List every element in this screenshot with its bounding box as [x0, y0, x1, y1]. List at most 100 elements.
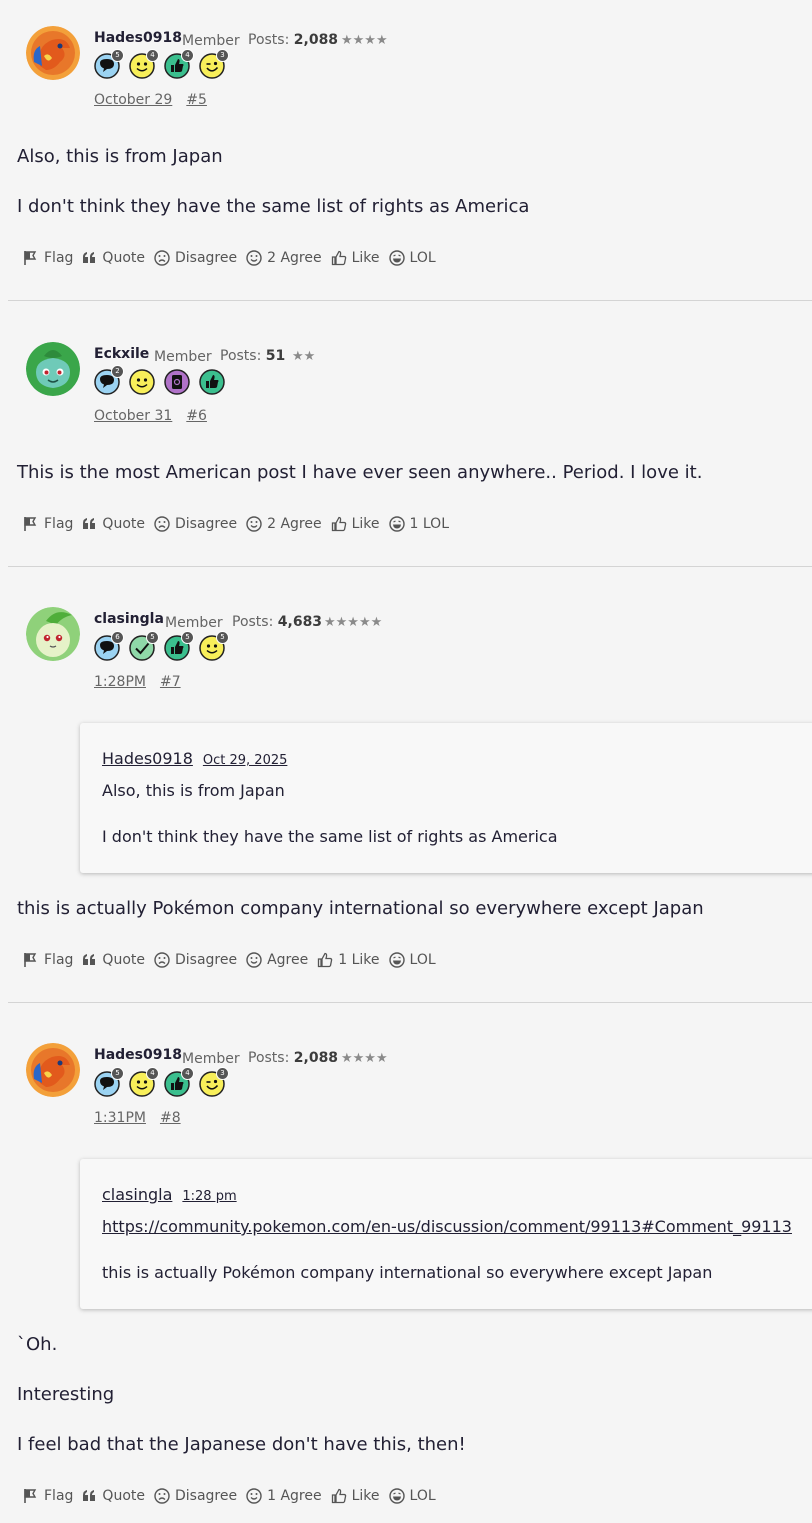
agree-button[interactable]: 1 Agree [246, 1488, 322, 1504]
username[interactable]: clasingla [94, 611, 164, 627]
charizard-avatar-icon[interactable] [26, 26, 80, 80]
post: Hades0918 Member Posts: 2,088 ★★★★ 5 4 4… [8, 1003, 812, 1523]
agree-button[interactable]: Agree [246, 952, 308, 968]
thumbs-up-badge-icon[interactable]: 4 [164, 1067, 194, 1097]
quote-icon [83, 252, 96, 263]
frown-icon [154, 1487, 170, 1504]
post-date-link[interactable]: October 29 [94, 92, 172, 108]
smile-badge-icon[interactable]: 5 [199, 631, 229, 661]
quote-button[interactable]: Quote [82, 250, 145, 266]
smile-icon [246, 515, 262, 532]
like-label: 1 Like [338, 951, 380, 968]
flag-button[interactable]: Flag [22, 1487, 73, 1504]
post-date-link[interactable]: October 31 [94, 408, 172, 424]
disagree-button[interactable]: Disagree [154, 516, 237, 532]
quote-comment-link[interactable]: https://community.pokemon.com/en-us/disc… [102, 1217, 792, 1236]
username[interactable]: Eckxile [94, 346, 149, 362]
quote-label: Quote [102, 951, 145, 968]
username[interactable]: Hades0918 [94, 1047, 182, 1063]
flag-icon [24, 953, 37, 967]
disagree-label: Disagree [174, 1487, 238, 1504]
post-paragraph: `Oh. [17, 1334, 58, 1355]
wink-badge-icon[interactable]: 3 [199, 49, 229, 79]
post-date-link[interactable]: 1:28PM [94, 674, 146, 690]
flag-button[interactable]: Flag [22, 249, 73, 266]
comment-badge-icon[interactable]: 6 [94, 631, 124, 661]
disagree-label: Disagree [174, 249, 238, 266]
reaction-bar: Flag Quote Disagree 2 Agree Like LOL [22, 249, 445, 266]
agree-button[interactable]: 2 Agree [246, 250, 322, 266]
smile-badge-icon[interactable]: 4 [129, 49, 159, 79]
like-button[interactable]: Like [331, 250, 380, 266]
thumbs-up-icon [331, 516, 346, 531]
post-paragraph: I don't think they have the same list of… [17, 196, 530, 217]
flag-button[interactable]: Flag [22, 515, 73, 532]
post-number-link[interactable]: #8 [160, 1110, 181, 1126]
quote-label: Quote [102, 515, 145, 532]
quote-button[interactable]: Quote [82, 952, 145, 968]
like-button[interactable]: Like [331, 1488, 380, 1504]
post-count: Posts: 51 [220, 348, 286, 364]
post-count: Posts: 2,088 [248, 1050, 339, 1066]
quote-button[interactable]: Quote [82, 516, 145, 532]
disagree-button[interactable]: Disagree [154, 952, 237, 968]
lol-button[interactable]: LOL [388, 249, 436, 266]
quote-button[interactable]: Quote [82, 1488, 145, 1504]
like-button[interactable]: Like [331, 516, 380, 532]
post-number-link[interactable]: #6 [186, 408, 207, 424]
lol-button[interactable]: LOL [388, 1487, 436, 1504]
post-number-link[interactable]: #7 [160, 674, 181, 690]
quote-label: Quote [102, 1487, 145, 1504]
quote-line: I don't think they have the same list of… [102, 827, 558, 846]
frown-icon [154, 249, 170, 266]
post-paragraph: Also, this is from Japan [17, 146, 223, 167]
quote-author-link[interactable]: Hades0918 [102, 749, 193, 768]
smile-badge-icon[interactable]: 4 [129, 1067, 159, 1097]
agree-button[interactable]: 2 Agree [246, 516, 322, 532]
laugh-icon [388, 1487, 405, 1504]
badge-row: 6 5 5 5 [94, 631, 229, 661]
quote-date-link[interactable]: Oct 29, 2025 [203, 753, 288, 768]
quote-date-link[interactable]: 1:28 pm [182, 1189, 236, 1204]
username[interactable]: Hades0918 [94, 30, 182, 46]
post-date-link[interactable]: 1:31PM [94, 1110, 146, 1126]
lol-button[interactable]: 1 LOL [388, 516, 449, 532]
post-count: Posts: 4,683 [232, 614, 323, 630]
lol-button[interactable]: LOL [388, 951, 436, 968]
charizard-avatar-icon[interactable] [26, 1043, 80, 1097]
disagree-button[interactable]: Disagree [154, 250, 237, 266]
badge-row: 5 4 4 3 [94, 49, 229, 79]
mention-badge-icon[interactable] [164, 369, 190, 395]
quote-line: Also, this is from Japan [102, 781, 285, 800]
disagree-button[interactable]: Disagree [154, 1488, 237, 1504]
thumbs-up-badge-icon[interactable] [199, 369, 225, 395]
quote-author-link[interactable]: clasingla [102, 1185, 172, 1204]
user-rank: Member [165, 615, 223, 631]
rank-stars: ★★★★ [341, 1051, 388, 1066]
agree-label: 2 Agree [267, 515, 322, 532]
comment-badge-icon[interactable]: 5 [94, 49, 124, 79]
smile-badge-icon[interactable] [129, 369, 155, 395]
badge-count: 4 [181, 49, 194, 62]
wink-badge-icon[interactable]: 3 [199, 1067, 229, 1097]
laugh-icon [388, 249, 405, 266]
disagree-label: Disagree [174, 515, 238, 532]
comment-badge-icon[interactable]: 2 [94, 365, 124, 395]
laugh-icon [388, 951, 405, 968]
thumbs-up-badge-icon[interactable]: 5 [164, 631, 194, 661]
thumbs-up-badge-icon[interactable]: 4 [164, 49, 194, 79]
quote-block: clasingla 1:28 pm https://community.pokem… [80, 1159, 812, 1309]
comment-badge-icon[interactable]: 5 [94, 1067, 124, 1097]
post-number-link[interactable]: #5 [186, 92, 207, 108]
badge-count: 5 [216, 631, 229, 644]
chikorita-avatar-icon[interactable] [26, 607, 80, 661]
flag-label: Flag [44, 515, 74, 532]
check-badge-icon[interactable]: 5 [129, 631, 159, 661]
post-paragraph: this is actually Pokémon company interna… [17, 898, 704, 919]
flag-button[interactable]: Flag [22, 951, 73, 968]
rank-stars: ★★★★ [341, 33, 388, 48]
like-button[interactable]: 1 Like [317, 951, 380, 968]
agree-label: 1 Agree [267, 1487, 322, 1504]
bulbasaur-avatar-icon[interactable] [26, 342, 80, 396]
post: Eckxile Member Posts: 51 ★★ 2 October 31… [8, 301, 812, 567]
